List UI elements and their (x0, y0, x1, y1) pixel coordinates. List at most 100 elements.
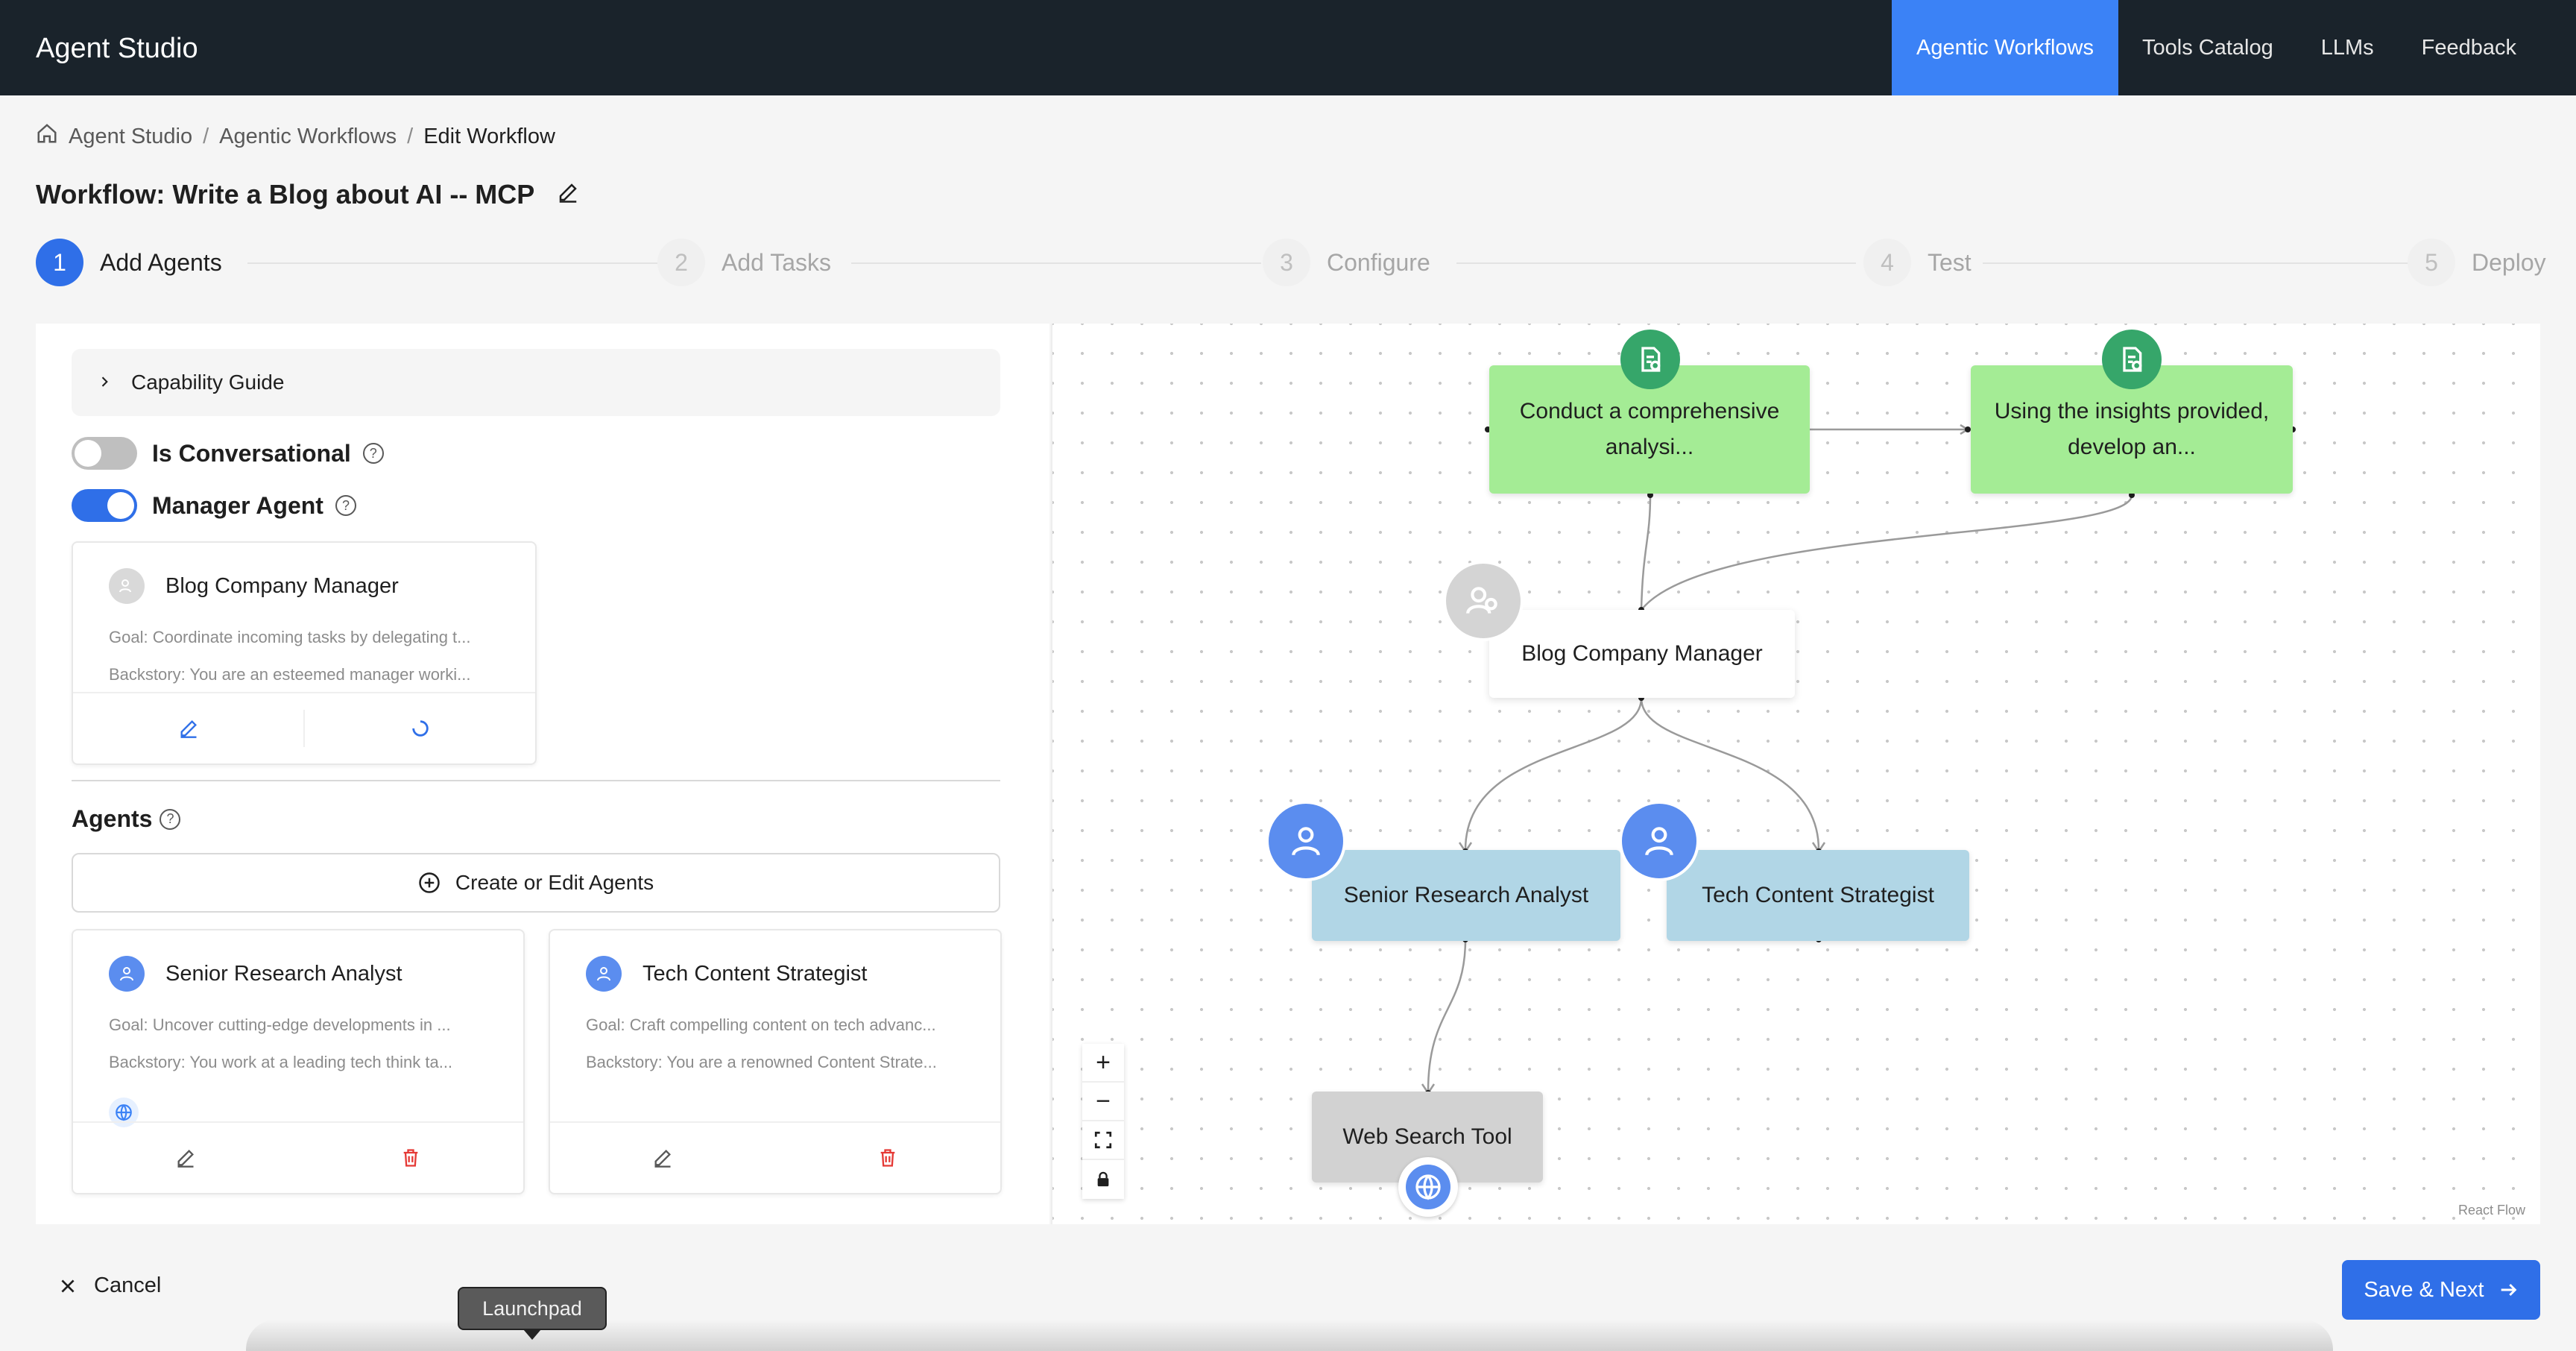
step-configure[interactable]: 3 Configure (1263, 239, 1430, 286)
manager-agent-row: Manager Agent ? (72, 489, 356, 522)
lock-icon (1097, 1171, 1109, 1187)
step-add-tasks[interactable]: 2 Add Tasks (657, 239, 831, 286)
cancel-label: Cancel (94, 1273, 162, 1297)
agent-icon (1266, 801, 1346, 881)
edge-analyst-tool (1427, 939, 1467, 1092)
lock-button[interactable] (1082, 1160, 1124, 1199)
edge-task1-manager (1640, 494, 1652, 611)
help-icon[interactable]: ? (362, 443, 384, 464)
flow-controls: + − (1082, 1044, 1124, 1199)
step-number: 4 (1863, 239, 1911, 286)
create-or-edit-agents-button[interactable]: Create or Edit Agents (72, 853, 1000, 913)
task-icon (2102, 330, 2162, 389)
step-number: 3 (1263, 239, 1310, 286)
step-label: Deploy (2472, 248, 2546, 276)
step-deploy[interactable]: 5 Deploy (2408, 239, 2546, 286)
save-and-next-button[interactable]: Save & Next (2342, 1260, 2540, 1320)
card-header: Blog Company Manager (109, 568, 399, 604)
manager-node[interactable]: Blog Company Manager (1489, 610, 1795, 698)
agent-backstory: Backstory: You work at a leading tech th… (109, 1053, 453, 1071)
close-icon (61, 1279, 75, 1293)
step-add-agents[interactable]: 1 Add Agents (36, 239, 222, 286)
tooltip-arrow (523, 1329, 541, 1340)
agent-avatar-icon (586, 956, 622, 992)
nav-tools-catalog[interactable]: Tools Catalog (2118, 0, 2297, 95)
plus-circle-icon (419, 872, 440, 893)
help-icon[interactable]: ? (160, 808, 181, 830)
step-number: 2 (657, 239, 705, 286)
spinner-icon (411, 720, 429, 737)
agent-name: Senior Research Analyst (165, 961, 402, 986)
card-header: Tech Content Strategist (586, 956, 867, 992)
agents-heading-row: Agents ? (72, 805, 181, 833)
globe-icon (1398, 1157, 1458, 1217)
top-bar: Agent Studio Agentic Workflows Tools Cat… (0, 0, 2576, 95)
card-actions (550, 1121, 1000, 1193)
agent-node[interactable]: Senior Research Analyst (1312, 850, 1620, 941)
breadcrumb-agent-studio[interactable]: Agent Studio (69, 125, 192, 149)
task-icon (1620, 330, 1680, 389)
zoom-in-button[interactable]: + (1082, 1044, 1124, 1083)
workflow-canvas[interactable]: Conduct a comprehensive analysi... Using… (1051, 324, 2540, 1224)
agent-card-senior-research-analyst[interactable]: Senior Research Analyst Goal: Uncover cu… (72, 929, 525, 1194)
zoom-out-button[interactable]: − (1082, 1083, 1124, 1121)
agent-node[interactable]: Tech Content Strategist (1667, 850, 1969, 941)
step-label: Add Tasks (722, 248, 832, 276)
agents-panel: Capability Guide Is Conversational ? Man… (36, 324, 1049, 1224)
step-number: 1 (36, 239, 83, 286)
agent-goal: Goal: Uncover cutting-edge developments … (109, 1015, 451, 1034)
manager-goal: Goal: Coordinate incoming tasks by deleg… (109, 628, 471, 646)
arrow-right-icon (2501, 1283, 2516, 1297)
page-title: Workflow: Write a Blog about AI -- MCP (36, 179, 535, 210)
app-title[interactable]: Agent Studio (36, 33, 198, 65)
manager-backstory: Backstory: You are an esteemed manager w… (109, 665, 471, 684)
chevron-right-icon (97, 371, 112, 394)
launchpad-tooltip: Launchpad (458, 1287, 607, 1330)
breadcrumb: Agent Studio / Agentic Workflows / Edit … (36, 122, 555, 151)
help-icon[interactable]: ? (335, 495, 356, 516)
manager-agent-label: Manager Agent (152, 491, 323, 519)
edit-icon (180, 720, 197, 738)
step-connector (851, 262, 1261, 264)
edit-manager-button[interactable] (73, 710, 305, 747)
edit-agent-button[interactable] (550, 1123, 775, 1193)
nav-llms[interactable]: LLMs (2297, 0, 2398, 95)
cancel-button[interactable]: Cancel (58, 1273, 161, 1298)
manager-icon (1443, 561, 1524, 641)
refresh-manager-button[interactable] (305, 693, 535, 763)
react-flow-attribution[interactable]: React Flow (2458, 1203, 2525, 1218)
delete-agent-button[interactable] (298, 1123, 523, 1193)
fit-view-button[interactable] (1082, 1121, 1124, 1160)
top-nav: Agentic Workflows Tools Catalog LLMs Fee… (1892, 0, 2576, 95)
agents-heading: Agents (72, 805, 153, 832)
delete-agent-button[interactable] (775, 1123, 1000, 1193)
nav-agentic-workflows[interactable]: Agentic Workflows (1892, 0, 2118, 95)
is-conversational-row: Is Conversational ? (72, 437, 384, 470)
card-actions (73, 1121, 523, 1193)
home-icon[interactable] (36, 122, 58, 151)
page-title-row: Workflow: Write a Blog about AI -- MCP (36, 179, 579, 210)
agent-card-tech-content-strategist[interactable]: Tech Content Strategist Goal: Craft comp… (549, 929, 1002, 1194)
agent-backstory: Backstory: You are a renowned Content St… (586, 1053, 937, 1071)
section-divider (72, 780, 1000, 781)
edge-manager-analyst (1464, 697, 1643, 851)
agent-icon (1619, 801, 1699, 881)
card-header: Senior Research Analyst (109, 956, 402, 992)
step-test[interactable]: 4 Test (1863, 239, 1972, 286)
manager-agent-card[interactable]: Blog Company Manager Goal: Coordinate in… (72, 541, 537, 765)
trash-icon (880, 1149, 895, 1167)
agent-name: Tech Content Strategist (643, 961, 868, 986)
step-label: Test (1928, 248, 1972, 276)
edit-title-icon[interactable] (557, 179, 579, 210)
step-label: Add Agents (100, 248, 222, 276)
save-label: Save & Next (2364, 1277, 2484, 1302)
capability-guide-collapse[interactable]: Capability Guide (72, 349, 1000, 416)
is-conversational-toggle[interactable] (72, 437, 137, 470)
step-connector (1456, 262, 1856, 264)
manager-agent-toggle[interactable] (72, 489, 137, 522)
nav-feedback[interactable]: Feedback (2398, 0, 2576, 95)
edge-task2-manager (1641, 494, 2133, 611)
breadcrumb-agentic-workflows[interactable]: Agentic Workflows (219, 125, 397, 149)
edit-agent-button[interactable] (73, 1123, 298, 1193)
capability-guide-label: Capability Guide (131, 371, 285, 394)
